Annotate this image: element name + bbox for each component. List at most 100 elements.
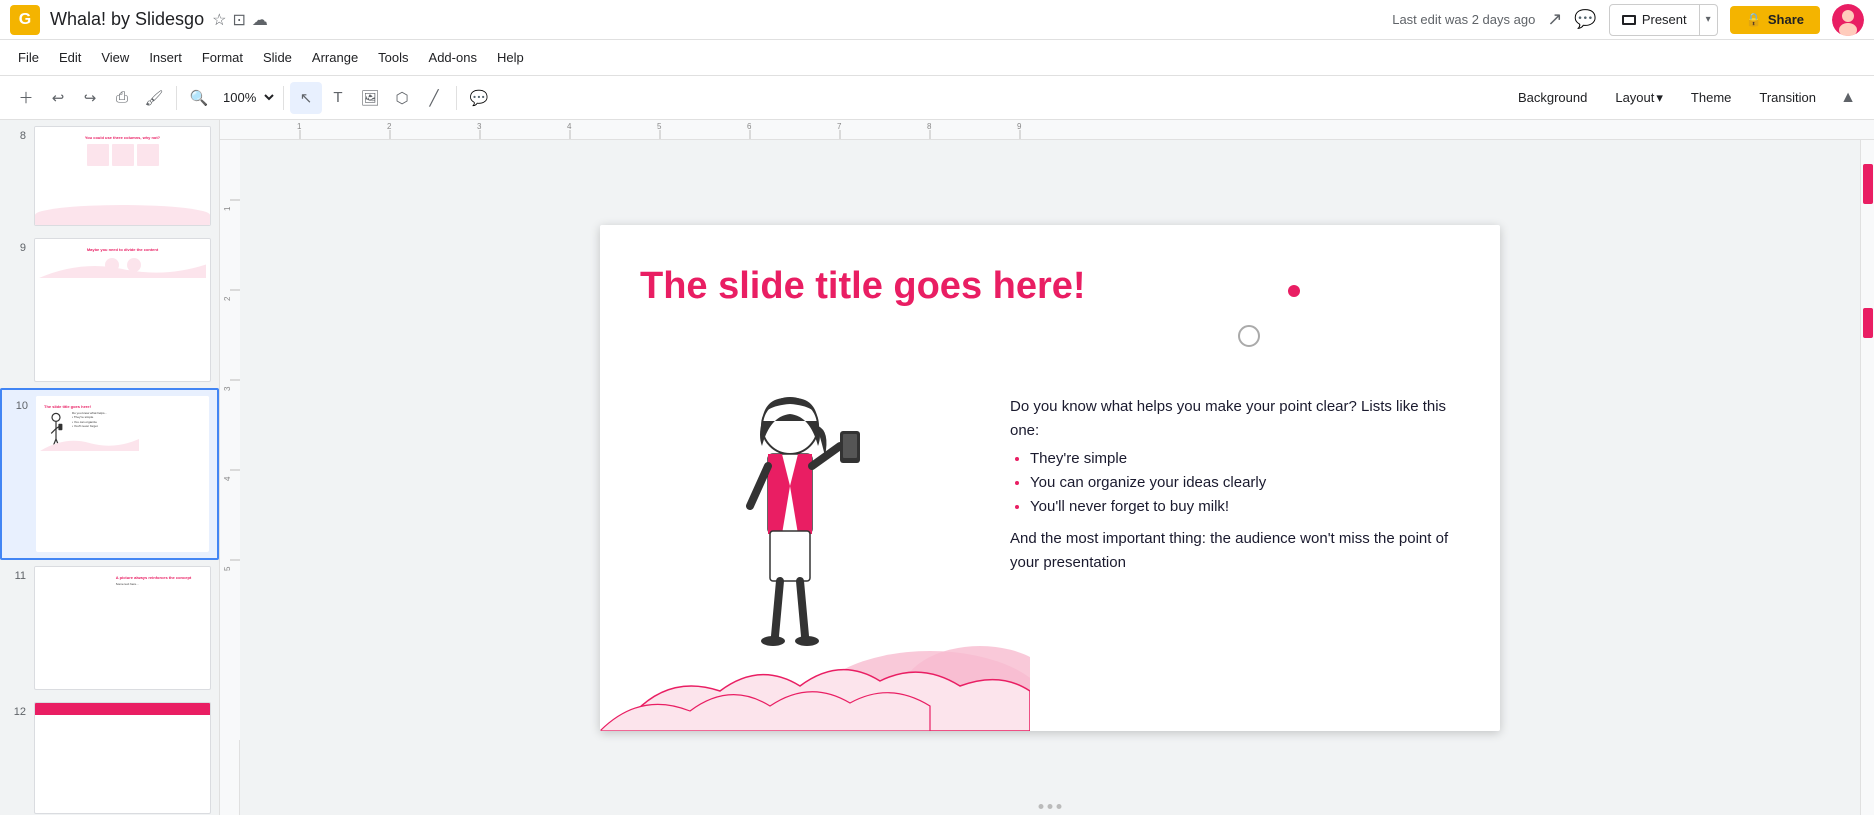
svg-text:3: 3 bbox=[223, 386, 232, 391]
layout-arrow-icon: ▾ bbox=[1656, 90, 1663, 106]
menu-arrange[interactable]: Arrange bbox=[302, 40, 368, 75]
slide-number-9: 9 bbox=[8, 242, 26, 254]
image-button[interactable]: 🖼 bbox=[354, 82, 386, 114]
slide-conclusion: And the most important thing: the audien… bbox=[1010, 527, 1470, 575]
present-rect-icon bbox=[1622, 15, 1636, 25]
right-panel-bar-1 bbox=[1863, 164, 1873, 204]
bullet-2: You can organize your ideas clearly bbox=[1030, 471, 1470, 495]
toolbar: ＋ ↩ ↪ ⎙ 🖌 🔍 100% 75% 50% ↖ T 🖼 ⬡ ╱ 💬 Bac… bbox=[0, 76, 1874, 120]
ruler-area: 1 2 3 4 5 6 7 8 9 bbox=[220, 120, 1874, 815]
deco-dot-outline bbox=[1238, 325, 1260, 347]
menu-tools[interactable]: Tools bbox=[368, 40, 418, 75]
slide-panel: 8 You could use three columns, why not? bbox=[0, 120, 220, 815]
zoom-selector[interactable]: 100% 75% 50% bbox=[215, 89, 277, 106]
slide-item-9[interactable]: 9 Maybe you need to divide the content M… bbox=[0, 232, 219, 387]
slide-item-10[interactable]: 10 The slide title goes here! bbox=[0, 388, 219, 560]
content-with-ruler: 1 2 3 4 5 The slide title g bbox=[220, 140, 1874, 815]
star-icon[interactable]: ☆ bbox=[212, 10, 226, 30]
share-label: Share bbox=[1768, 12, 1804, 27]
textbox-button[interactable]: T bbox=[322, 82, 354, 114]
menu-view[interactable]: View bbox=[91, 40, 139, 75]
svg-text:2: 2 bbox=[387, 122, 392, 131]
menu-file[interactable]: File bbox=[8, 40, 49, 75]
slide-title: The slide title goes here! bbox=[640, 265, 1220, 308]
doc-title: Whala! by Slidesgo bbox=[50, 9, 204, 30]
svg-text:7: 7 bbox=[837, 122, 842, 131]
slide-body: Do you know what helps you make your poi… bbox=[1010, 395, 1470, 575]
layout-label: Layout bbox=[1615, 90, 1654, 105]
dot-2 bbox=[1048, 804, 1053, 809]
svg-text:8: 8 bbox=[927, 122, 932, 131]
line-button[interactable]: ╱ bbox=[418, 82, 450, 114]
svg-text:5: 5 bbox=[657, 122, 662, 131]
paint-format-button[interactable]: 🖌 bbox=[138, 82, 170, 114]
app-icon-letter: G bbox=[19, 11, 31, 29]
slide-number-10: 10 bbox=[10, 400, 28, 412]
main-area: 8 You could use three columns, why not? bbox=[0, 120, 1874, 815]
user-avatar[interactable] bbox=[1832, 4, 1864, 36]
svg-text:1: 1 bbox=[297, 122, 302, 131]
ruler-top: 1 2 3 4 5 6 7 8 9 bbox=[220, 120, 1874, 140]
slide-item-12[interactable]: 12 A picture is worth a thousand words bbox=[0, 696, 219, 815]
cursor-button[interactable]: ↖ bbox=[290, 82, 322, 114]
bullet-1: They're simple bbox=[1030, 447, 1470, 471]
collapse-toolbar-button[interactable]: ▲ bbox=[1832, 82, 1864, 114]
comment-icon[interactable]: 💬 bbox=[1574, 9, 1596, 30]
svg-text:6: 6 bbox=[747, 122, 752, 131]
folder-icon[interactable]: ⊡ bbox=[232, 10, 245, 30]
last-edit-text: Last edit was 2 days ago bbox=[1392, 12, 1535, 27]
theme-button[interactable]: Theme bbox=[1679, 84, 1743, 111]
menu-insert[interactable]: Insert bbox=[139, 40, 192, 75]
sep-3 bbox=[456, 86, 457, 110]
menu-format[interactable]: Format bbox=[192, 40, 253, 75]
present-label-text: Present bbox=[1642, 12, 1687, 27]
slide-thumb-11: A picture always reinforces the concept … bbox=[34, 566, 211, 690]
slide-thumb-12: A picture is worth a thousand words bbox=[34, 702, 211, 814]
app-icon: G bbox=[10, 5, 40, 35]
svg-text:1: 1 bbox=[223, 206, 232, 211]
slide-number-8: 8 bbox=[8, 130, 26, 142]
trend-icon[interactable]: ↗ bbox=[1547, 9, 1562, 30]
dot-1 bbox=[1039, 804, 1044, 809]
add-button[interactable]: ＋ bbox=[10, 82, 42, 114]
toolbar-actions-group: ＋ ↩ ↪ ⎙ 🖌 bbox=[10, 82, 170, 114]
menu-edit[interactable]: Edit bbox=[49, 40, 91, 75]
cloud-icon[interactable]: ☁ bbox=[252, 10, 268, 30]
transition-button[interactable]: Transition bbox=[1747, 84, 1828, 111]
redo-button[interactable]: ↪ bbox=[74, 82, 106, 114]
sep-2 bbox=[283, 86, 284, 110]
menu-addons[interactable]: Add-ons bbox=[419, 40, 487, 75]
comment-toolbar-button[interactable]: 💬 bbox=[463, 82, 495, 114]
svg-text:5: 5 bbox=[223, 566, 232, 571]
canvas-area[interactable]: The slide title goes here! bbox=[240, 140, 1860, 815]
menu-slide[interactable]: Slide bbox=[253, 40, 302, 75]
slide-item-8[interactable]: 8 You could use three columns, why not? bbox=[0, 120, 219, 232]
toolbar-tools-group: ↖ T 🖼 ⬡ ╱ bbox=[290, 82, 450, 114]
share-button[interactable]: 🔒 Share bbox=[1730, 6, 1820, 34]
title-right-area: Last edit was 2 days ago ↗ 💬 Present ▾ 🔒… bbox=[1392, 4, 1864, 36]
canvas-resize-dots bbox=[1039, 804, 1062, 809]
svg-text:4: 4 bbox=[223, 476, 232, 481]
layout-button[interactable]: Layout ▾ bbox=[1603, 84, 1675, 112]
present-dropdown-arrow[interactable]: ▾ bbox=[1699, 5, 1717, 35]
print-button[interactable]: ⎙ bbox=[106, 82, 138, 114]
slide-number-12: 12 bbox=[8, 706, 26, 718]
slide-number-11: 11 bbox=[8, 570, 26, 582]
shape-button[interactable]: ⬡ bbox=[386, 82, 418, 114]
title-bar: G Whala! by Slidesgo ☆ ⊡ ☁ Last edit was… bbox=[0, 0, 1874, 40]
toolbar-right: Background Layout ▾ Theme Transition ▲ bbox=[1506, 82, 1864, 114]
slide-item-11[interactable]: 11 A picture always reinforces the conce… bbox=[0, 560, 219, 696]
present-button[interactable]: Present bbox=[1610, 12, 1699, 27]
slide-thumb-8: You could use three columns, why not? bbox=[34, 126, 211, 226]
sep-1 bbox=[176, 86, 177, 110]
menu-help[interactable]: Help bbox=[487, 40, 534, 75]
undo-button[interactable]: ↩ bbox=[42, 82, 74, 114]
present-button-group: Present ▾ bbox=[1609, 4, 1718, 36]
toolbar-zoom-group: 🔍 100% 75% 50% bbox=[183, 82, 277, 114]
dot-3 bbox=[1057, 804, 1062, 809]
zoom-out-button[interactable]: 🔍 bbox=[183, 82, 215, 114]
right-panel bbox=[1860, 140, 1874, 815]
background-button[interactable]: Background bbox=[1506, 84, 1599, 111]
share-lock-icon: 🔒 bbox=[1746, 12, 1762, 28]
slide-intro-text: Do you know what helps you make your poi… bbox=[1010, 395, 1470, 443]
